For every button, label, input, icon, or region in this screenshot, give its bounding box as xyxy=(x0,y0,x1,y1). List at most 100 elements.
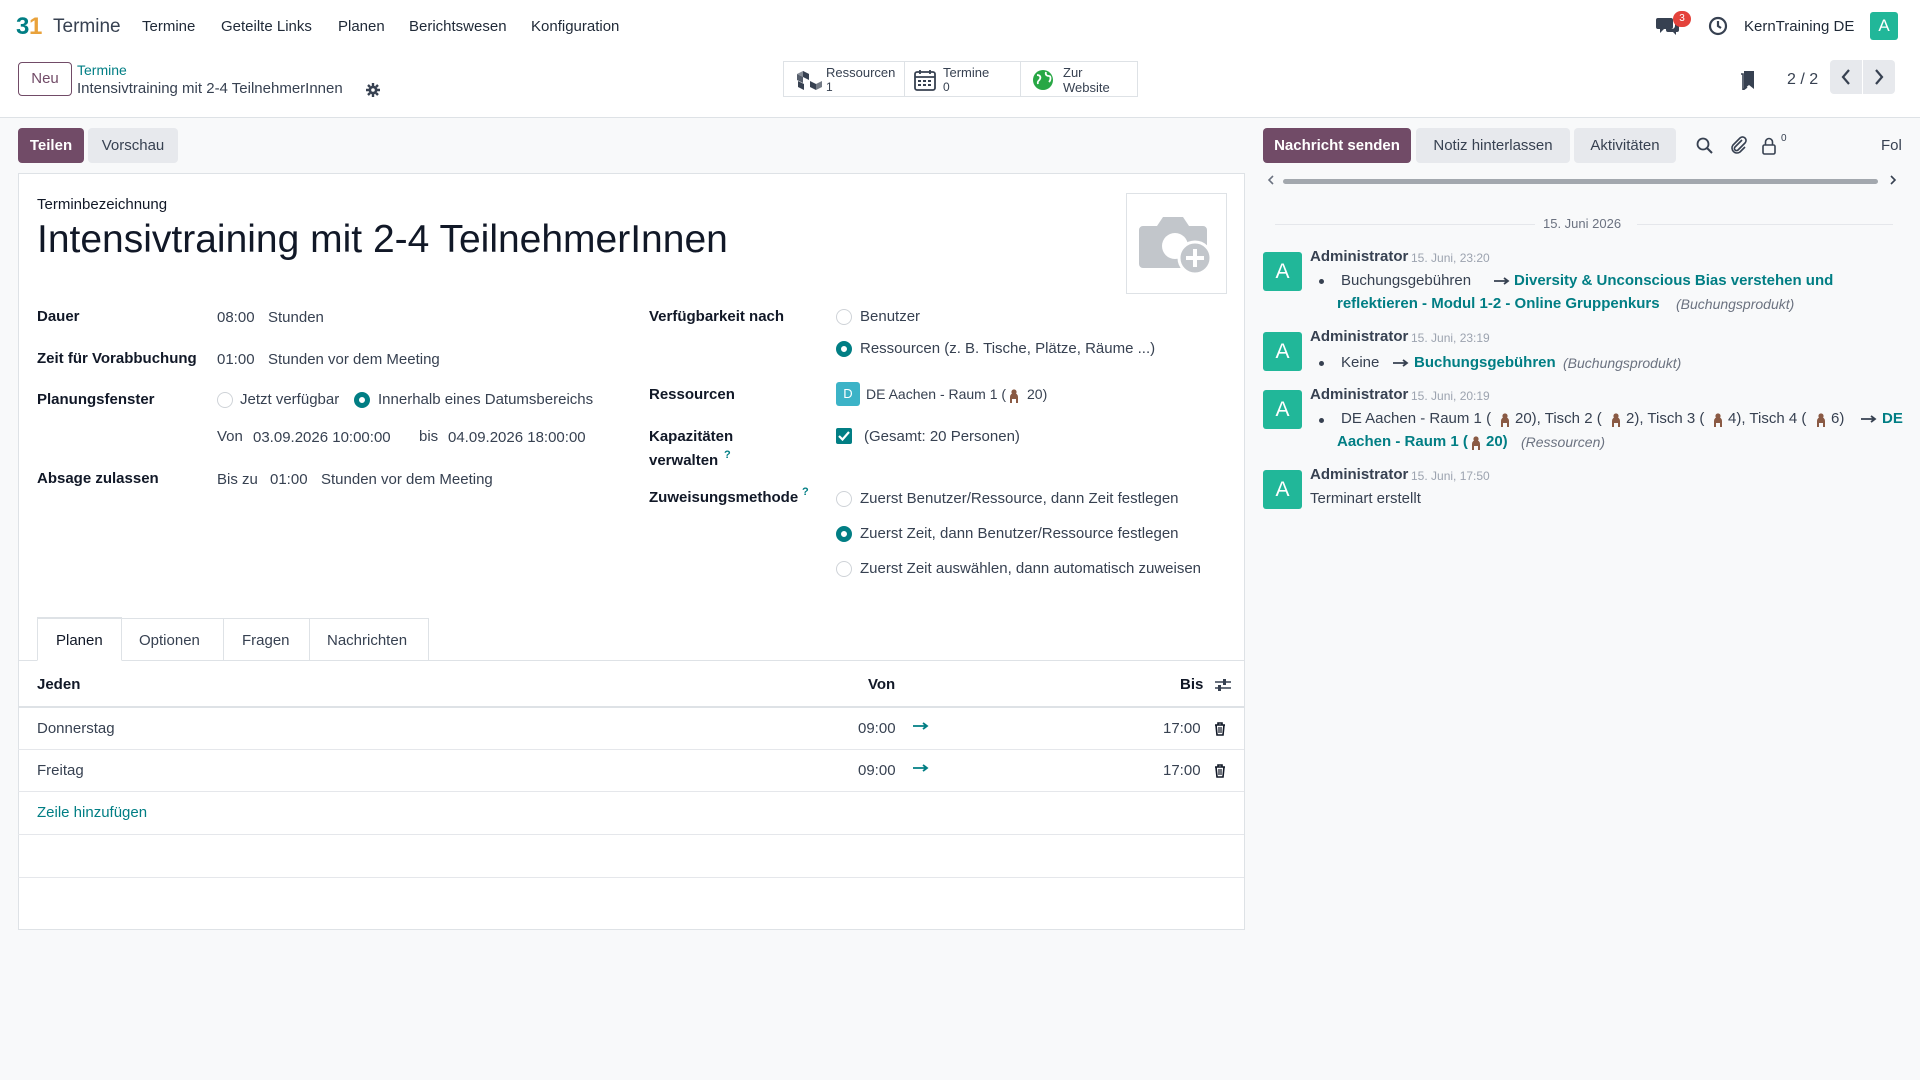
navbar: 3 1 Termine Termine Geteilte Links Plane… xyxy=(0,0,1920,52)
form-title[interactable]: Intensivtraining mit 2-4 TeilnehmerInnen xyxy=(37,218,728,262)
tab-optionen-label: Optionen xyxy=(139,632,200,649)
to-date-input[interactable]: 04.09.2026 18:00:00 xyxy=(448,429,586,446)
smart-website-label: Zur xyxy=(1063,65,1083,80)
table-row[interactable]: Freitag 09:00 17:00 xyxy=(18,750,1244,792)
window-now-label[interactable]: Jetzt verfügbar xyxy=(240,391,339,408)
menu-geteilte-links[interactable]: Geteilte Links xyxy=(221,18,312,35)
message-author[interactable]: Administrator xyxy=(1310,328,1408,345)
resource-tag[interactable]: DE Aachen - Raum 1 ( xyxy=(866,386,1006,402)
table-row[interactable]: Donnerstag 09:00 17:00 xyxy=(18,708,1244,750)
menu-planen[interactable]: Planen xyxy=(338,18,385,35)
avail-resources-label[interactable]: Ressourcen (z. B. Tische, Plätze, Räume … xyxy=(860,340,1155,357)
breadcrumb-parent[interactable]: Termine xyxy=(77,62,127,78)
menu-berichtswesen[interactable]: Berichtswesen xyxy=(409,18,507,35)
row-from: 09:00 xyxy=(858,762,896,779)
check-icon xyxy=(838,431,850,441)
capacity-checkbox[interactable] xyxy=(836,428,852,444)
window-range-radio[interactable] xyxy=(354,392,370,408)
message-author[interactable]: Administrator xyxy=(1310,248,1408,265)
log-note-button[interactable]: Notiz hinterlassen xyxy=(1416,128,1570,163)
menu-termine[interactable]: Termine xyxy=(142,18,195,35)
col-header-from[interactable]: Von xyxy=(868,676,895,693)
smart-button-resources[interactable]: Ressourcen 1 xyxy=(783,61,905,97)
smart-button-website[interactable]: Zur Website xyxy=(1020,61,1138,97)
follow-button[interactable]: Fol xyxy=(1881,137,1902,154)
scroll-right-icon[interactable] xyxy=(1889,175,1897,185)
row-day: Donnerstag xyxy=(37,720,115,737)
trash-icon[interactable] xyxy=(1214,764,1226,778)
capacity-help-icon[interactable]: ? xyxy=(724,449,731,461)
menu-konfiguration[interactable]: Konfiguration xyxy=(531,18,619,35)
assign-opt2-label[interactable]: Zuerst Zeit, dann Benutzer/Ressource fes… xyxy=(860,525,1179,542)
company-switcher[interactable]: KernTraining DE xyxy=(1744,18,1854,35)
resources-label: Ressourcen xyxy=(649,386,735,403)
smart-resources-label: Ressourcen xyxy=(826,65,896,80)
tab-nachrichten[interactable]: Nachrichten xyxy=(309,618,429,660)
message-item: A Administrator 15. Juni, 23:20 Buchungs… xyxy=(1263,248,1903,320)
cancel-label: Absage zulassen xyxy=(37,470,159,487)
avail-users-radio[interactable] xyxy=(836,309,852,325)
from-date-input[interactable]: 03.09.2026 10:00:00 xyxy=(253,429,391,446)
window-now-radio[interactable] xyxy=(217,392,233,408)
user-avatar[interactable]: A xyxy=(1870,12,1898,40)
column-settings-icon[interactable] xyxy=(1214,678,1232,692)
scrollbar-thumb[interactable] xyxy=(1283,179,1878,184)
pager-value[interactable]: 2 / 2 xyxy=(1787,71,1818,89)
app-name[interactable]: Termine xyxy=(53,16,121,38)
col-header-to[interactable]: Bis xyxy=(1180,676,1203,693)
trash-icon[interactable] xyxy=(1214,722,1226,736)
cancel-input[interactable]: 01:00 xyxy=(270,471,308,488)
tracking-field: (Buchungsprodukt) xyxy=(1563,355,1682,371)
duration-input[interactable]: 08:00 xyxy=(217,309,255,326)
prebook-input[interactable]: 01:00 xyxy=(217,351,255,368)
bookmark-icon[interactable] xyxy=(1740,70,1756,90)
activities-button[interactable]: Aktivitäten xyxy=(1574,128,1676,163)
search-icon[interactable] xyxy=(1696,137,1714,155)
from-label: Von xyxy=(217,428,243,445)
message-author[interactable]: Administrator xyxy=(1310,386,1408,403)
paperclip-icon[interactable] xyxy=(1730,136,1748,154)
person-icon xyxy=(1010,389,1018,403)
new-button[interactable]: Neu xyxy=(18,62,72,96)
window-range-label[interactable]: Innerhalb eines Datumsbereichs xyxy=(378,391,593,408)
assign-help-icon[interactable]: ? xyxy=(802,486,809,498)
row-from: 09:00 xyxy=(858,720,896,737)
message-author[interactable]: Administrator xyxy=(1310,466,1408,483)
assign-opt3-label[interactable]: Zuerst Zeit auswählen, dann automatisch … xyxy=(860,560,1201,577)
col-header-every[interactable]: Jeden xyxy=(37,676,80,693)
scroll-left-icon[interactable] xyxy=(1267,175,1275,185)
lock-icon[interactable] xyxy=(1761,137,1777,155)
message-avatar: A xyxy=(1263,332,1302,371)
row-divider xyxy=(18,834,1244,835)
to-label: bis xyxy=(419,428,439,445)
camera-add-icon xyxy=(1139,217,1213,276)
window-label: Planungsfenster xyxy=(37,391,155,408)
cancel-prefix: Bis zu xyxy=(217,471,258,488)
tab-planen[interactable]: Planen xyxy=(37,617,122,661)
assign-opt3-radio[interactable] xyxy=(836,561,852,577)
assign-opt1-radio[interactable] xyxy=(836,491,852,507)
pager-next-button[interactable] xyxy=(1863,60,1895,94)
gear-icon[interactable] xyxy=(366,83,380,97)
message-item: A Administrator 15. Juni, 20:19 DE Aache… xyxy=(1263,386,1903,458)
assign-opt1-label[interactable]: Zuerst Benutzer/Ressource, dann Zeit fes… xyxy=(860,490,1179,507)
add-line-link[interactable]: Zeile hinzufügen xyxy=(37,804,147,821)
pager-prev-button[interactable] xyxy=(1830,60,1862,94)
smart-button-appointments[interactable]: Termine 0 xyxy=(904,61,1021,97)
preview-button[interactable]: Vorschau xyxy=(88,128,178,163)
tab-fragen[interactable]: Fragen xyxy=(223,618,310,660)
send-message-button[interactable]: Nachricht senden xyxy=(1263,128,1411,163)
image-placeholder[interactable] xyxy=(1126,193,1227,294)
tab-optionen[interactable]: Optionen xyxy=(121,618,224,660)
app-logo-icon[interactable]: 3 1 xyxy=(16,12,46,40)
bullet xyxy=(1319,361,1324,366)
assign-opt2-radio[interactable] xyxy=(836,526,852,542)
clock-icon[interactable] xyxy=(1708,16,1728,36)
chatter-scrollbar[interactable] xyxy=(1263,172,1903,188)
share-button[interactable]: Teilen xyxy=(18,128,84,163)
avail-resources-radio[interactable] xyxy=(836,341,852,357)
person-icon xyxy=(1817,413,1825,427)
avail-users-label[interactable]: Benutzer xyxy=(860,308,920,325)
message-item: A Administrator 15. Juni, 17:50 Terminar… xyxy=(1263,466,1903,516)
row-divider xyxy=(18,877,1244,878)
